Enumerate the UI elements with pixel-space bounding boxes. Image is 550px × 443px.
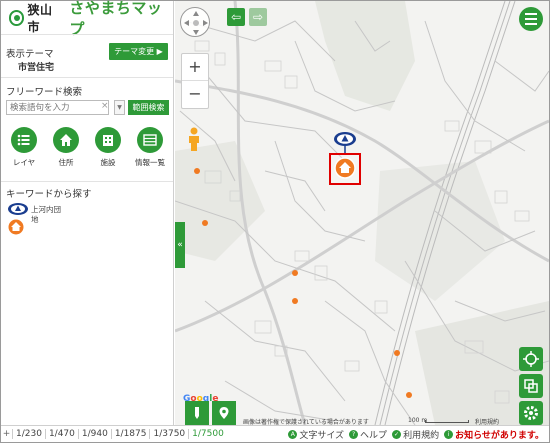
search-label: フリーワード検索 — [6, 87, 83, 98]
footer-links: A 文字サイズ ? ヘルプ ✓ 利用規約 i お知らせがあります。 — [288, 428, 544, 441]
scale-option[interactable]: 1/3750 — [149, 429, 188, 439]
menu-label: 施設 — [100, 158, 116, 167]
keyword-item-2[interactable]: 地 — [31, 214, 39, 225]
table-icon — [137, 127, 163, 153]
current-location-button[interactable] — [519, 347, 543, 371]
city-seal-icon — [9, 9, 25, 26]
crosshair-icon — [523, 351, 539, 367]
map-tiles — [175, 1, 549, 425]
menu-buttons: レイヤ 住所 施設 情報一覧 — [1, 122, 173, 182]
zoom-out-button[interactable]: − — [182, 81, 208, 108]
search-input[interactable] — [6, 100, 109, 115]
scale-option[interactable]: 1/470 — [44, 429, 78, 439]
street-view-pegman-icon[interactable] — [187, 127, 201, 151]
copy-icon — [524, 379, 538, 393]
menu-facility-button[interactable]: 施設 — [90, 127, 126, 168]
main-menu-button[interactable] — [519, 7, 543, 31]
theme-label: 表示テーマ — [6, 49, 54, 60]
map-canvas[interactable]: + − ⇦ ⇨ Google 画像は著作権で保護されている場合があります 100… — [175, 1, 549, 425]
map-pin-icon — [219, 407, 229, 419]
keyword-title: キーワードから探す — [6, 189, 92, 200]
scale-bar — [425, 420, 469, 423]
list-icon — [11, 127, 37, 153]
menu-label: 情報一覧 — [135, 158, 165, 167]
side-panel: 狭山市 さやまちマップ 表示テーマ テーマ変更 ▶ 市営住宅 フリーワード検索 … — [1, 0, 174, 425]
theme-change-button[interactable]: テーマ変更 ▶ — [109, 43, 168, 60]
house-icon — [53, 127, 79, 153]
text-size-icon: A — [288, 430, 298, 439]
range-search-button[interactable]: 範囲検索 — [128, 100, 169, 115]
layers-toggle-button[interactable] — [519, 374, 543, 398]
back-button[interactable]: ⇦ — [227, 8, 245, 26]
map-bottom-tools — [185, 401, 236, 425]
notice-label: お知らせがあります。 — [455, 431, 544, 441]
keyword-section: キーワードから探す 上河内団 地 — [1, 182, 173, 252]
help-link[interactable]: ? ヘルプ — [349, 428, 387, 441]
pan-compass[interactable] — [180, 7, 210, 37]
menu-label: レイヤ — [12, 158, 36, 167]
menu-layer-button[interactable]: レイヤ — [6, 127, 42, 168]
theme-section: 表示テーマ テーマ変更 ▶ 市営住宅 — [1, 34, 173, 78]
map-attribution: 画像は著作権で保護されている場合があります — [243, 419, 369, 425]
footer-bar: + 1/230 1/470 1/940 1/1875 1/3750 1/7500… — [1, 425, 549, 442]
help-label: ヘルプ — [360, 431, 388, 441]
blue-marker-icon — [8, 203, 28, 215]
scale-option[interactable]: 1/230 — [12, 429, 45, 439]
notice-link[interactable]: i お知らせがあります。 — [444, 428, 544, 441]
measure-button[interactable] — [185, 401, 209, 425]
terms-icon: ✓ — [392, 430, 402, 439]
menu-label: 住所 — [58, 158, 74, 167]
compass-icon — [184, 11, 208, 35]
terms-label: 利用規約 — [403, 431, 440, 441]
chevron-down-icon[interactable]: ▼ — [114, 100, 125, 115]
forward-button[interactable]: ⇨ — [249, 8, 267, 26]
scale-option[interactable]: 1/1875 — [110, 429, 150, 439]
orange-house-marker-icon — [7, 218, 25, 236]
expand-icon[interactable]: + — [1, 429, 12, 439]
zoom-in-button[interactable]: + — [182, 54, 208, 81]
blue-marker-icon[interactable] — [333, 131, 357, 153]
menu-info-list-button[interactable]: 情報一覧 — [132, 127, 168, 168]
building-icon — [95, 127, 121, 153]
orange-house-marker-icon[interactable] — [334, 157, 356, 179]
font-size-label: 文字サイズ — [299, 431, 345, 441]
scale-option-active[interactable]: 1/7500 — [188, 429, 227, 439]
pin-button[interactable] — [212, 401, 236, 425]
current-theme: 市営住宅 — [18, 63, 55, 73]
app-title: さやまちマップ — [69, 0, 163, 38]
clear-icon[interactable]: × — [101, 101, 109, 111]
help-icon: ? — [349, 430, 359, 439]
pencil-icon — [195, 407, 199, 419]
city-name: 狭山市 — [27, 2, 53, 34]
menu-address-button[interactable]: 住所 — [48, 127, 84, 168]
header: 狭山市 さやまちマップ — [1, 0, 173, 38]
gear-icon — [524, 406, 538, 420]
terms-link[interactable]: ✓ 利用規約 — [392, 428, 439, 441]
map-terms-link[interactable]: 利用規約 — [475, 417, 499, 425]
font-size-link[interactable]: A 文字サイズ — [288, 428, 344, 441]
collapse-panel-button[interactable]: « — [175, 222, 185, 268]
zoom-control: + − — [181, 53, 209, 109]
settings-button[interactable] — [519, 401, 543, 425]
info-icon: i — [444, 430, 454, 439]
scale-option[interactable]: 1/940 — [77, 429, 111, 439]
search-section: フリーワード検索 × ▼ 範囲検索 — [1, 78, 173, 122]
